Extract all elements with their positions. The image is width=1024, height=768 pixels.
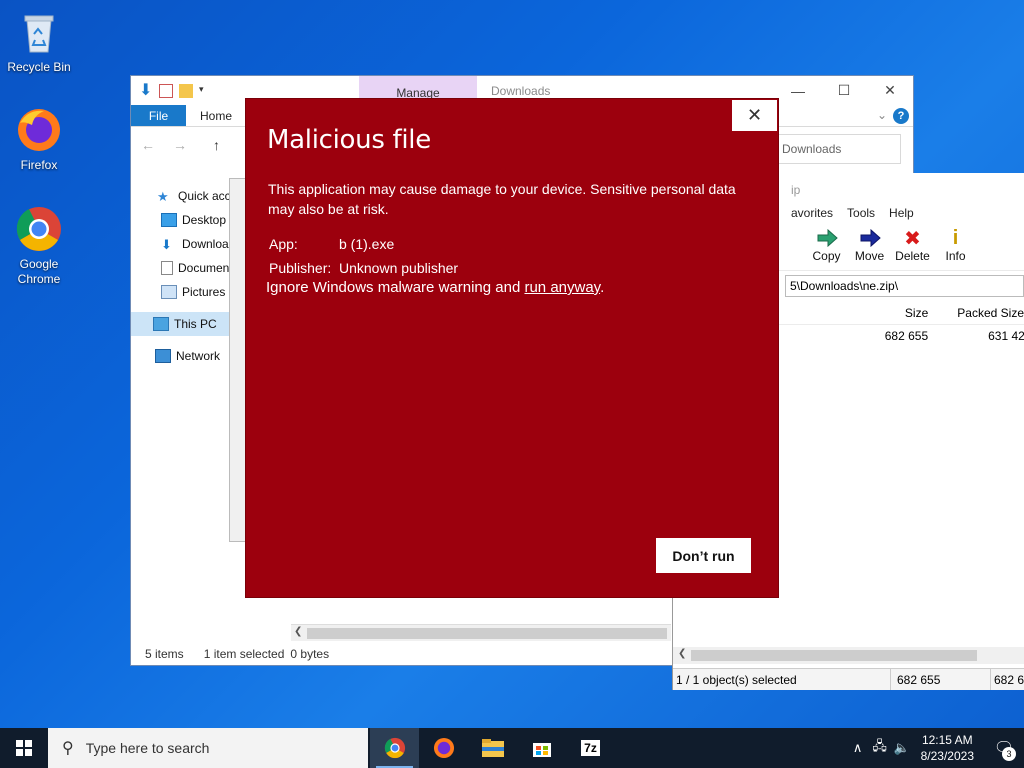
pictures-icon <box>161 285 177 299</box>
close-button[interactable]: ✕ <box>732 100 777 131</box>
recycle-bin-icon <box>15 8 63 56</box>
system-tray: ∧ 🖧 🔈 12:15 AM 8/23/2023 🗨 3 <box>847 728 1024 768</box>
warning-text: This application may cause damage to you… <box>268 181 736 217</box>
notification-center-button[interactable]: 🗨 3 <box>984 728 1024 768</box>
maximize-button[interactable]: ☐ <box>821 76 867 105</box>
malicious-file-dialog: ✕ Malicious file This application may ca… <box>245 98 779 598</box>
column-header-packed-size[interactable]: Packed Size <box>928 306 1024 320</box>
7zip-path-field[interactable]: 5\Downloads\ne.zip\ <box>785 275 1024 297</box>
nav-item-desktop[interactable]: Desktop <box>131 208 231 232</box>
chrome-icon <box>384 737 405 759</box>
chevron-left-icon[interactable]: ❮ <box>294 626 302 637</box>
new-folder-icon[interactable] <box>179 83 193 98</box>
move-button[interactable]: Move <box>848 223 891 270</box>
menu-tools[interactable]: Tools <box>847 206 875 220</box>
document-icon <box>161 261 173 275</box>
firefox-icon <box>15 106 63 154</box>
chrome-icon <box>15 205 63 253</box>
close-button[interactable]: ✕ <box>867 76 913 105</box>
move-arrow-icon <box>848 227 891 249</box>
taskbar-store[interactable] <box>517 728 566 768</box>
ignore-warning-text: Ignore Windows malware warning and run a… <box>266 279 605 296</box>
minimize-button[interactable]: — <box>775 76 821 105</box>
desktop-icon-label: Firefox <box>20 158 58 172</box>
dont-run-button[interactable]: Don’t run <box>656 538 751 573</box>
home-tab[interactable]: Home <box>186 105 246 126</box>
taskbar-search-input[interactable]: ⚲ Type here to search <box>48 728 368 768</box>
desktop-icon-recycle-bin[interactable]: Recycle Bin <box>3 8 75 74</box>
taskbar-chrome[interactable] <box>370 728 419 768</box>
horizontal-scrollbar[interactable]: ❮ <box>291 624 671 641</box>
nav-item-network[interactable]: Network <box>131 344 231 368</box>
desktop-icon-google-chrome[interactable]: Google Chrome <box>3 205 75 287</box>
taskbar-firefox[interactable] <box>419 728 468 768</box>
run-anyway-link[interactable]: run anyway <box>524 279 600 296</box>
volume-icon[interactable]: 🔈 <box>891 740 913 756</box>
back-arrow-icon[interactable]: ← <box>141 137 155 153</box>
chevron-down-icon[interactable]: ⌄ <box>877 108 887 122</box>
search-input[interactable]: Downloads <box>777 134 901 164</box>
desktop-icon-label: Google Chrome <box>17 257 61 286</box>
publisher-label: Publisher: <box>269 260 332 276</box>
taskbar: ⚲ Type here to search 7z ∧ 🖧 🔈 12:15 AM … <box>0 728 1024 768</box>
store-icon <box>532 743 551 757</box>
taskbar-7zip[interactable]: 7z <box>566 728 615 768</box>
chevron-left-icon[interactable]: ❮ <box>678 648 686 659</box>
window-title: Downloads <box>491 84 551 98</box>
file-explorer-icon <box>481 739 504 757</box>
dialog-title: Malicious file <box>267 125 431 155</box>
app-label: App: <box>269 236 298 252</box>
search-icon: ⚲ <box>62 740 74 757</box>
publisher-value: Unknown publisher <box>339 260 459 276</box>
download-icon: ⬇ <box>161 237 172 252</box>
up-arrow-icon[interactable]: ↑ <box>213 137 220 153</box>
row-packed-size: 631 426 <box>988 329 1024 343</box>
menu-help[interactable]: Help <box>889 206 914 220</box>
nav-item-documents[interactable]: Documents <box>131 256 231 280</box>
delete-x-icon: ✖ <box>904 227 921 250</box>
nav-item-this-pc[interactable]: This PC <box>131 312 231 336</box>
desktop-icon <box>161 213 177 227</box>
scroll-thumb[interactable] <box>691 650 977 661</box>
down-arrow-icon[interactable]: ⬇ <box>139 82 153 98</box>
network-icon[interactable]: 🖧 <box>869 737 891 759</box>
info-button[interactable]: i Info <box>934 223 977 270</box>
info-icon: i <box>952 226 959 249</box>
windows-logo-icon <box>16 740 32 756</box>
nav-item-pictures[interactable]: Pictures <box>131 280 231 304</box>
computer-icon <box>153 317 169 331</box>
file-info: App: b (1).exe Publisher: Unknown publishe… <box>269 232 458 280</box>
start-button[interactable] <box>0 728 48 768</box>
nav-item-quick-access[interactable]: ★Quick access <box>131 184 231 208</box>
star-icon: ★ <box>157 189 169 204</box>
navigation-pane: ★Quick access Desktop ⬇Downloads Documen… <box>131 184 231 368</box>
menu-favorites[interactable]: avorites <box>791 206 833 220</box>
taskbar-apps: 7z <box>370 728 615 768</box>
forward-arrow-icon[interactable]: → <box>173 137 187 153</box>
file-tab[interactable]: File <box>131 105 186 126</box>
clock[interactable]: 12:15 AM 8/23/2023 <box>921 732 974 764</box>
firefox-icon <box>433 737 454 759</box>
taskbar-file-explorer[interactable] <box>468 728 517 768</box>
properties-icon[interactable] <box>159 83 173 98</box>
notification-count-badge: 3 <box>1002 747 1016 761</box>
network-icon <box>155 349 171 363</box>
scroll-thumb[interactable] <box>307 628 667 639</box>
copy-arrow-icon <box>805 227 848 249</box>
desktop-icon-label: Recycle Bin <box>7 60 71 74</box>
copy-button[interactable]: Copy <box>805 223 848 270</box>
7zip-icon: 7z <box>581 740 600 756</box>
7zip-status-bar: 1 / 1 object(s) selected 682 655 682 6 <box>673 668 1024 690</box>
app-value: b (1).exe <box>339 236 395 252</box>
chevron-down-icon[interactable]: ▾ <box>199 84 213 98</box>
status-bar: 5 items 1 item selected 0 bytes <box>145 647 330 661</box>
desktop-icon-firefox[interactable]: Firefox <box>3 106 75 172</box>
help-icon[interactable]: ? <box>893 108 909 124</box>
nav-item-downloads[interactable]: ⬇Downloads <box>131 232 231 256</box>
chevron-up-icon[interactable]: ∧ <box>847 740 869 756</box>
delete-button[interactable]: ✖ Delete <box>891 223 934 270</box>
horizontal-scrollbar[interactable]: ❮ <box>673 647 1024 664</box>
